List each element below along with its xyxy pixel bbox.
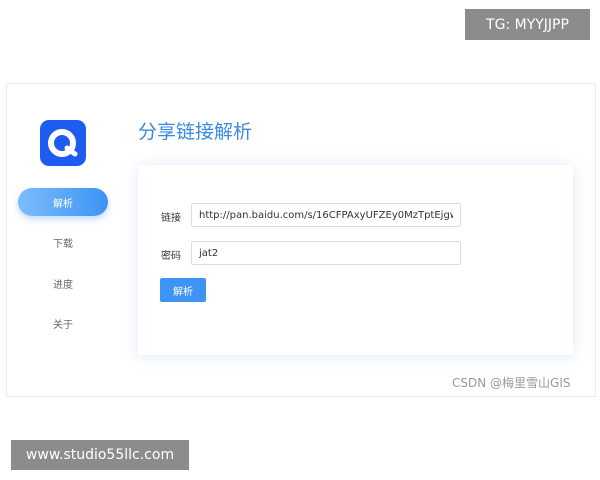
site-watermark-badge: www.studio55llc.com bbox=[11, 440, 189, 470]
link-label: 链接 bbox=[161, 213, 181, 224]
sidebar-item-download[interactable]: 下载 bbox=[18, 228, 108, 256]
tg-watermark-badge: TG: MYYJJPP bbox=[465, 9, 590, 40]
parse-button[interactable]: 解析 bbox=[160, 278, 206, 302]
sidebar-item-about[interactable]: 关于 bbox=[18, 309, 108, 337]
window-bottom-border bbox=[6, 396, 596, 397]
csdn-watermark: CSDN @梅里雪山GIS bbox=[452, 376, 571, 390]
password-label: 密码 bbox=[161, 251, 181, 262]
at-sign-icon bbox=[40, 120, 86, 166]
sidebar-item-progress[interactable]: 进度 bbox=[18, 269, 108, 297]
password-input[interactable] bbox=[191, 241, 461, 265]
sidebar-item-parse[interactable]: 解析 bbox=[18, 188, 108, 216]
page-title: 分享链接解析 bbox=[138, 121, 253, 143]
link-input[interactable] bbox=[191, 203, 461, 227]
